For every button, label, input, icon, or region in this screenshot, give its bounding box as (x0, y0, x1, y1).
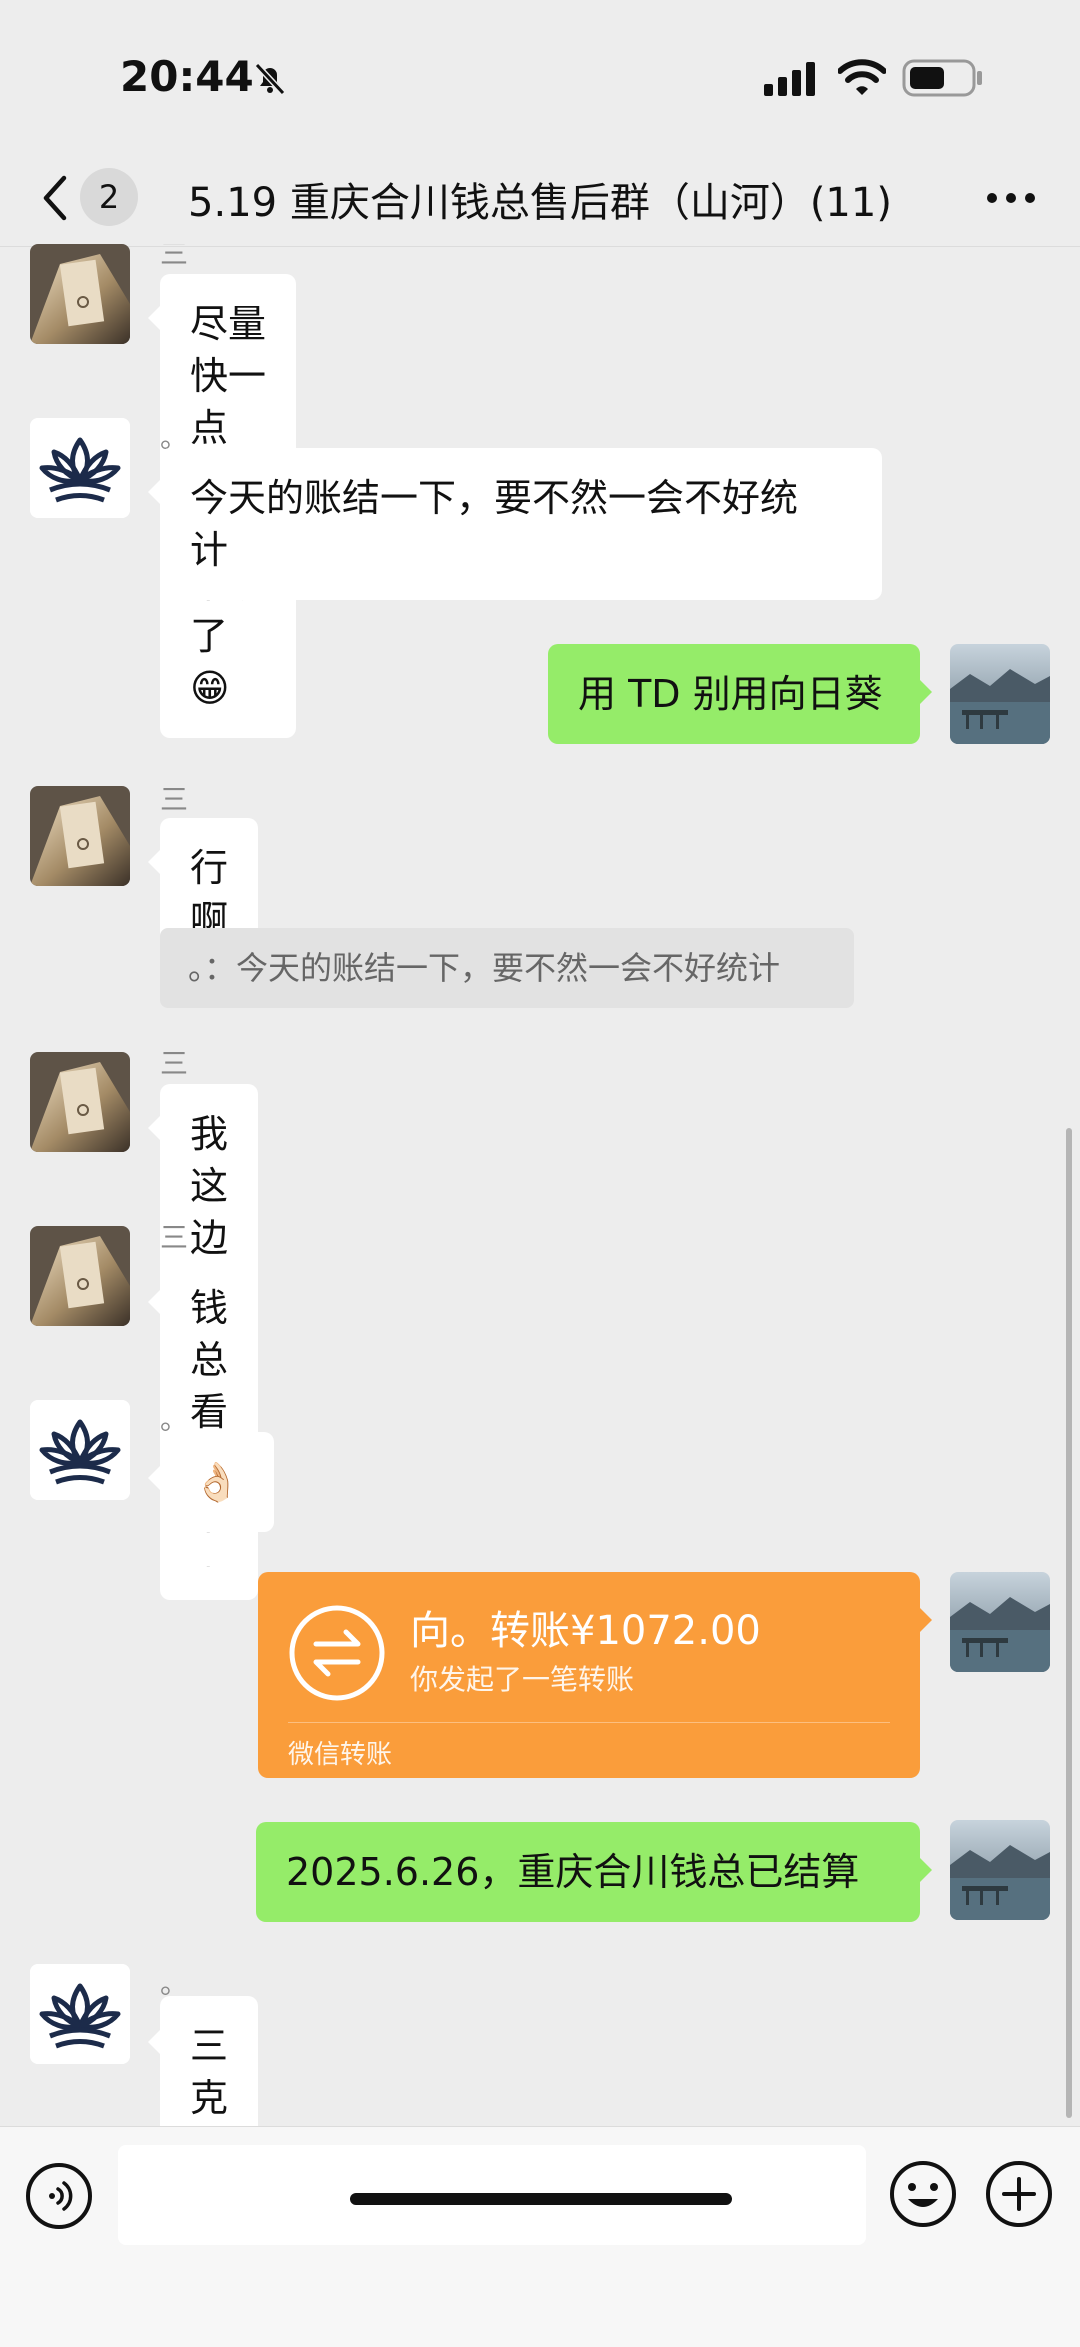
avatar-lotus[interactable] (30, 1400, 130, 1500)
avatar-self[interactable] (950, 1572, 1050, 1672)
chat-header: 2 5.19 重庆合川钱总售后群（山河）(11) (0, 150, 1080, 247)
transfer-arrows-icon (289, 1605, 385, 1701)
message-bubble[interactable]: 2025.6.26，重庆合川钱总已结算 (256, 1822, 920, 1922)
signal-icon (764, 62, 815, 96)
voice-icon[interactable] (24, 2161, 94, 2231)
avatar-sanqiu[interactable] (30, 1052, 130, 1152)
avatar-lotus[interactable] (30, 1964, 130, 2064)
sanqiu-avatar-image (30, 1052, 130, 1152)
message-bubble[interactable]: 用 TD 别用向日葵 (548, 644, 920, 744)
lake-avatar (950, 644, 1050, 744)
avatar-self[interactable] (950, 1820, 1050, 1920)
lotus-avatar (30, 418, 130, 518)
wifi-icon (838, 59, 886, 95)
status-bar: 20:44 (0, 0, 1080, 150)
chat-title: 5.19 重庆合川钱总售后群（山河）(11) (188, 180, 892, 226)
plus-icon[interactable] (984, 2159, 1054, 2229)
transfer-footer: 微信转账 (288, 1740, 393, 1770)
message-bubble[interactable]: 今天的账结一下，要不然一会不好统 计 (160, 448, 882, 600)
lotus-avatar (30, 1400, 130, 1500)
message-line: 今天的账结一下，要不然一会不好统 (190, 476, 799, 520)
scrollbar[interactable] (1066, 1128, 1072, 2118)
message-bubble[interactable]: 👌🏻 (160, 1432, 274, 1532)
home-indicator (350, 2193, 732, 2205)
lake-avatar (950, 1572, 1050, 1672)
emoji-icon[interactable] (888, 2159, 958, 2229)
transfer-subtitle: 你发起了一笔转账 (410, 1663, 635, 1696)
message-line: 计 (190, 528, 229, 572)
sanqiu-avatar-image (30, 786, 130, 886)
more-dots-icon[interactable] (986, 190, 1036, 206)
avatar-sanqiu[interactable] (30, 786, 130, 886)
lake-avatar (950, 1820, 1050, 1920)
bell-slash-icon (254, 62, 286, 96)
avatar-lotus[interactable] (30, 418, 130, 518)
status-time: 20:44 (120, 52, 254, 101)
battery-icon (902, 59, 982, 97)
sanqiu-avatar-image (30, 1226, 130, 1326)
sanqiu-avatar-image (30, 244, 130, 344)
transfer-card[interactable]: 向。转账¥1072.00 你发起了一笔转账 微信转账 (258, 1572, 920, 1778)
avatar-sanqiu[interactable] (30, 244, 130, 344)
lotus-avatar (30, 1964, 130, 2064)
quoted-message[interactable]: 。：今天的账结一下，要不然一会不好统计 (160, 928, 854, 1008)
avatar-self[interactable] (950, 644, 1050, 744)
input-bar (0, 2126, 1080, 2347)
transfer-title: 向。转账¥1072.00 (410, 1608, 761, 1654)
transfer-divider (288, 1722, 890, 1723)
avatar-sanqiu[interactable] (30, 1226, 130, 1326)
